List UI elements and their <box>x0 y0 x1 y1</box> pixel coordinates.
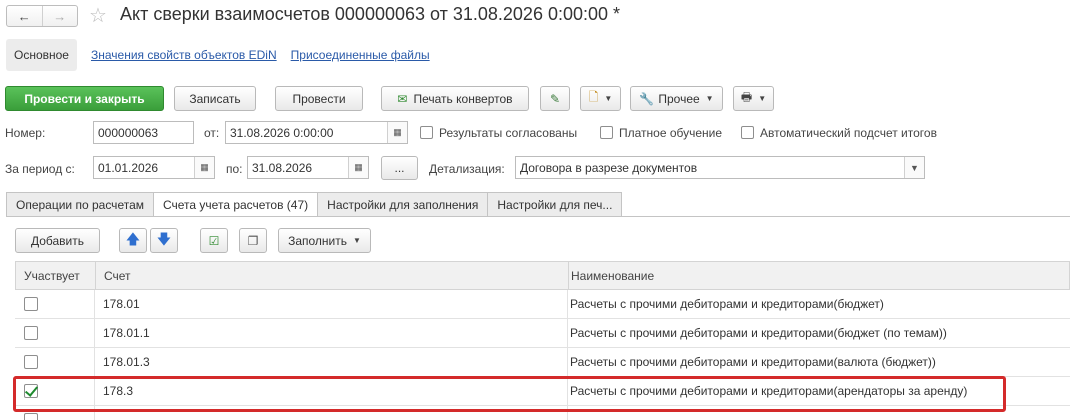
other-menu-button[interactable]: 🔧 Прочее ▼ <box>630 86 723 111</box>
account-cell: 178.01.1 <box>94 319 567 347</box>
period-to-value: 31.08.2026 <box>252 160 313 175</box>
wrench-icon: 🔧 <box>639 91 655 106</box>
form-nav-panel: Основное Значения свойств объектов EDiN … <box>0 38 430 72</box>
calendar-icon[interactable]: ▦ <box>194 157 214 178</box>
period-from-value: 01.01.2026 <box>98 160 159 175</box>
fill-label: Заполнить <box>288 233 347 248</box>
document-date-value: 31.08.2026 0:00:00 <box>230 125 334 140</box>
header-participates[interactable]: Участвует <box>16 262 95 289</box>
window-title: Акт сверки взаимосчетов 000000063 от 31.… <box>120 4 621 24</box>
participates-checkbox[interactable] <box>24 355 38 369</box>
print-envelopes-label: Печать конвертов <box>413 91 513 106</box>
document-create-dropdown[interactable]: 🗋 ▼ <box>580 86 621 111</box>
auto-totals-checkbox[interactable] <box>741 126 754 139</box>
participates-checkbox[interactable] <box>24 326 38 340</box>
nav-main[interactable]: Основное <box>6 39 77 71</box>
tab-accounts[interactable]: Счета учета расчетов (47) <box>153 192 318 217</box>
table-row[interactable]: 178.01.1 Расчеты с прочими дебиторами и … <box>15 319 1070 348</box>
detail-value: Договора в разрезе документов <box>520 160 698 175</box>
tab-operations[interactable]: Операции по расчетам <box>6 192 153 217</box>
tab-divider <box>6 216 1070 217</box>
check-all-icon[interactable]: ☑ <box>200 228 228 253</box>
table-row[interactable] <box>15 406 1070 420</box>
tab-print-settings[interactable]: Настройки для печ... <box>487 192 623 217</box>
results-agreed-checkbox[interactable] <box>420 126 433 139</box>
detail-select[interactable]: Договора в разрезе документов ▼ <box>515 156 925 179</box>
post-and-close-button[interactable]: Провести и закрыть <box>5 86 164 111</box>
detail-label: Детализация: <box>429 162 505 176</box>
title-bar: ← → ☆ Акт сверки взаимосчетов 000000063 … <box>0 0 1070 32</box>
account-cell: 178.01.3 <box>94 348 567 376</box>
accounts-table: Участвует Счет Наименование 178.01 Расче… <box>15 261 1070 420</box>
table-row[interactable]: 178.01.3 Расчеты с прочими дебиторами и … <box>15 348 1070 377</box>
print-dropdown[interactable]: 🖶 ▼ <box>733 86 774 111</box>
period-from-field[interactable]: 01.01.2026 ▦ <box>93 156 215 179</box>
calendar-icon[interactable]: ▦ <box>387 122 407 143</box>
date-from-label: от: <box>204 126 220 140</box>
table-row[interactable]: 178.3 Расчеты с прочими дебиторами и кре… <box>15 377 1070 406</box>
account-cell: 178.01 <box>94 290 567 318</box>
document-icon: 🗋 <box>588 90 599 104</box>
number-label: Номер: <box>5 126 46 140</box>
name-cell: Расчеты с прочими дебиторами и кредитора… <box>567 377 1070 405</box>
period-select-button[interactable]: ... <box>381 156 418 180</box>
results-agreed-label: Результаты согласованы <box>439 126 578 140</box>
envelope-icon: ✉ <box>397 91 408 106</box>
name-cell: Расчеты с прочими дебиторами и кредитора… <box>567 319 1070 347</box>
paid-training-label: Платное обучение <box>619 126 723 140</box>
forward-arrow-icon[interactable]: → <box>41 6 78 26</box>
edit-pen-icon[interactable]: ✎ <box>540 86 570 111</box>
name-cell: Расчеты с прочими дебиторами и кредитора… <box>567 290 1070 318</box>
nav-link-edin-properties[interactable]: Значения свойств объектов EDiN <box>91 48 277 62</box>
document-date-field[interactable]: 31.08.2026 0:00:00 ▦ <box>225 121 408 144</box>
participates-checkbox[interactable] <box>24 384 38 398</box>
nav-link-attached-files[interactable]: Присоединенные файлы <box>291 48 430 62</box>
name-cell: Расчеты с прочими дебиторами и кредитора… <box>567 348 1070 376</box>
print-envelopes-button[interactable]: ✉ Печать конвертов <box>381 86 529 111</box>
period-to-field[interactable]: 31.08.2026 ▦ <box>247 156 369 179</box>
post-button[interactable]: Провести <box>275 86 363 111</box>
auto-totals-label: Автоматический подсчет итогов <box>760 126 937 140</box>
tab-bar: Операции по расчетам Счета учета расчето… <box>6 192 623 217</box>
table-header: Участвует Счет Наименование <box>15 261 1070 290</box>
account-cell: 178.3 <box>94 377 567 405</box>
period-from-label: За период с: <box>5 162 75 176</box>
tab-fill-settings[interactable]: Настройки для заполнения <box>317 192 488 217</box>
participates-checkbox[interactable] <box>24 413 38 420</box>
add-button[interactable]: Добавить <box>15 228 100 253</box>
header-name[interactable]: Наименование <box>568 262 1069 289</box>
header-account[interactable]: Счет <box>95 262 568 289</box>
paid-training-checkbox[interactable] <box>600 126 613 139</box>
move-up-icon[interactable]: 🡅 <box>119 228 147 253</box>
move-down-icon[interactable]: 🡇 <box>150 228 178 253</box>
participates-checkbox[interactable] <box>24 297 38 311</box>
fill-button[interactable]: Заполнить ▼ <box>278 228 371 253</box>
back-arrow-icon[interactable]: ← <box>7 6 42 26</box>
other-menu-label: Прочее <box>658 91 700 106</box>
period-to-label: по: <box>226 162 243 176</box>
nav-buttons: ← → <box>6 5 78 27</box>
favorite-star-icon[interactable]: ☆ <box>89 3 107 28</box>
printer-icon: 🖶 <box>740 90 753 104</box>
number-field[interactable]: 000000063 <box>93 121 194 144</box>
table-row[interactable]: 178.01 Расчеты с прочими дебиторами и кр… <box>15 290 1070 319</box>
chevron-down-icon[interactable]: ▼ <box>904 157 924 178</box>
save-button[interactable]: Записать <box>174 86 256 111</box>
uncheck-all-icon[interactable]: ❐ <box>239 228 267 253</box>
calendar-icon[interactable]: ▦ <box>348 157 368 178</box>
